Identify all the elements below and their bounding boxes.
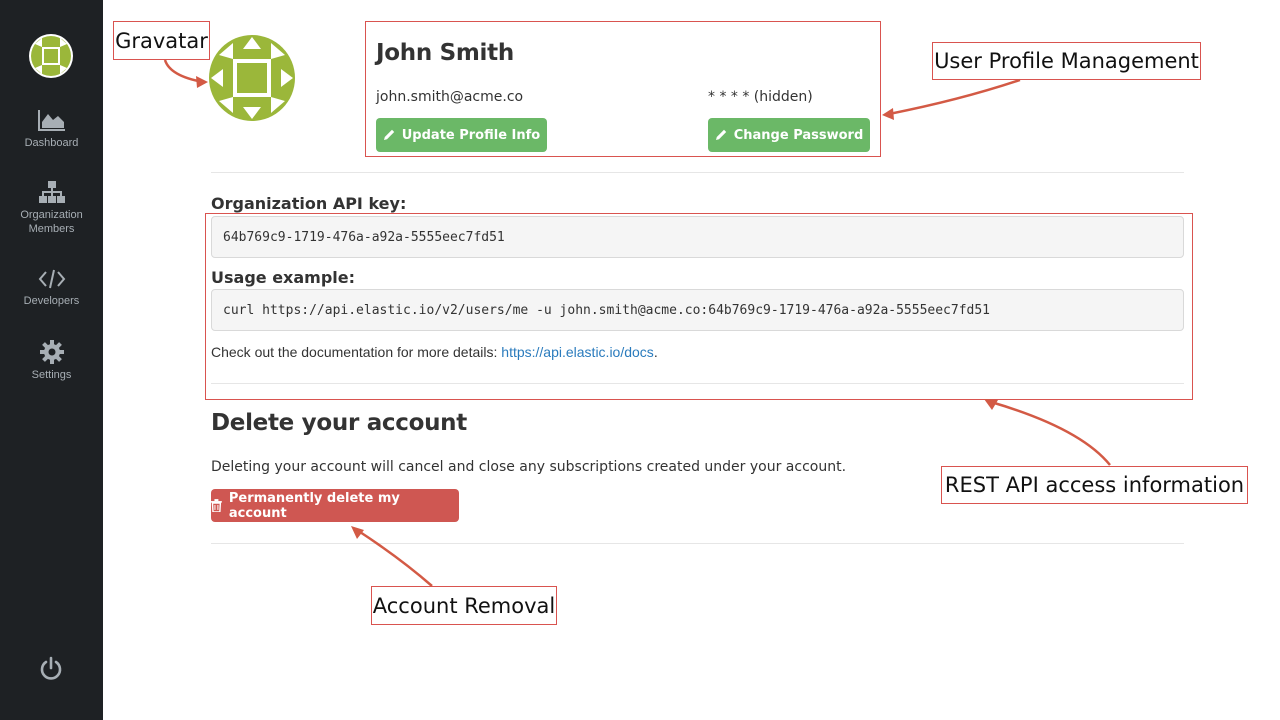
power-icon[interactable] xyxy=(37,655,65,683)
sidebar-item-label: Organization Members xyxy=(20,209,83,235)
delete-account-label: Permanently delete my account xyxy=(228,490,400,521)
annotation-removal: Account Removal xyxy=(371,586,557,625)
api-highlight-box xyxy=(205,213,1193,400)
sidebar-item-developers[interactable]: Developers xyxy=(0,268,103,308)
profile-highlight-box xyxy=(365,21,881,157)
arrowhead-removal xyxy=(351,526,364,539)
sidebar-item-dashboard[interactable]: Dashboard xyxy=(0,108,103,150)
delete-account-heading: Delete your account xyxy=(211,410,467,436)
sidebar-item-settings[interactable]: Settings xyxy=(0,340,103,382)
sidebar-item-organization-members[interactable]: Organization Members xyxy=(0,180,103,236)
arrow-profile xyxy=(888,78,1021,116)
divider xyxy=(211,172,1184,173)
annotation-api: REST API access information xyxy=(941,466,1248,504)
sidebar-item-label: Dashboard xyxy=(24,137,79,149)
delete-account-button[interactable]: Permanently delete my account xyxy=(211,489,459,522)
annotation-gravatar: Gravatar xyxy=(113,21,210,60)
gear-icon xyxy=(39,340,64,364)
area-chart-icon xyxy=(37,110,65,131)
annotation-profile: User Profile Management xyxy=(932,42,1201,80)
code-icon xyxy=(38,269,65,289)
sidebar-item-label: Developers xyxy=(23,295,80,307)
divider xyxy=(211,543,1184,544)
sidebar: Dashboard Organization Members Developer… xyxy=(0,0,103,720)
arrow-gravatar xyxy=(163,59,204,84)
sitemap-icon xyxy=(38,181,65,203)
arrowhead-gravatar xyxy=(196,76,208,88)
trash-icon xyxy=(211,499,222,512)
arrowhead-profile xyxy=(882,108,894,120)
avatar xyxy=(209,35,295,121)
arrow-api xyxy=(990,400,1111,466)
gravatar-logo-icon[interactable] xyxy=(29,34,73,78)
arrow-removal xyxy=(356,528,433,587)
arrowhead-api xyxy=(984,399,998,410)
sidebar-item-label: Settings xyxy=(31,369,72,381)
api-key-heading: Organization API key: xyxy=(211,194,407,213)
delete-account-description: Deleting your account will cancel and cl… xyxy=(211,459,847,475)
